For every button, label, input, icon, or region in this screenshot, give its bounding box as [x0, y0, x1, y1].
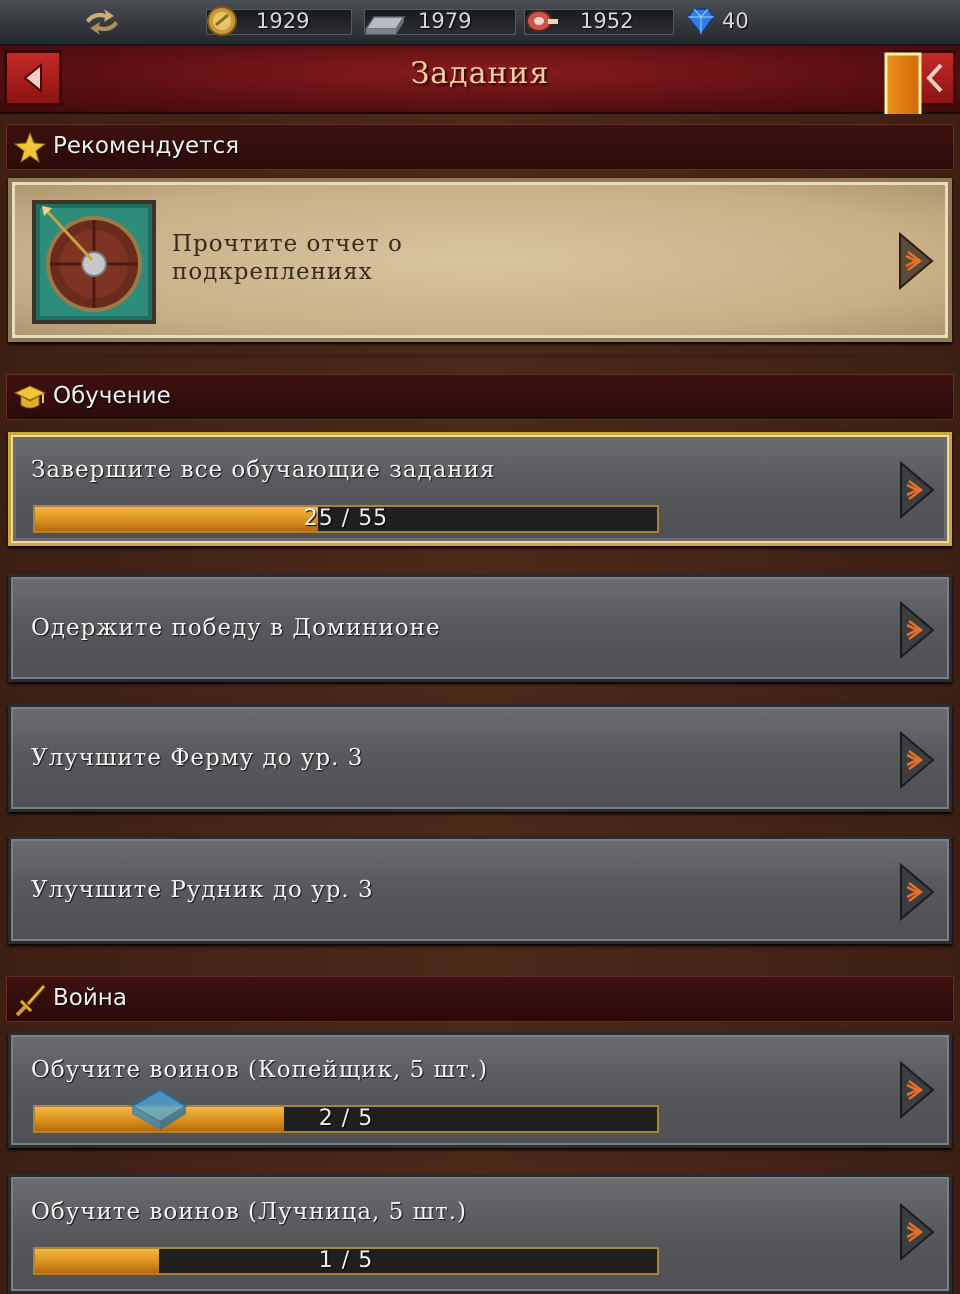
star-icon [13, 131, 47, 164]
quest-text: Обучите воинов (Лучница, 5 шт.) [31, 1199, 468, 1225]
quest-text: Прочтите отчет о подкреплениях [172, 231, 403, 285]
recommended-quest-card[interactable]: Прочтите отчет о подкреплениях [8, 178, 952, 342]
section-recommended: Рекомендуется [6, 124, 954, 170]
section-training: Обучение [6, 374, 954, 420]
page-header: Задания [0, 46, 960, 115]
go-arrow-icon[interactable] [897, 861, 937, 923]
meat-icon [526, 10, 558, 32]
gems-value: 40 [722, 9, 749, 33]
page-title: Задания [410, 56, 550, 91]
quest-card[interactable]: Завершите все обучающие задания 25 / 55 [8, 432, 952, 546]
progress-bar: 25 / 55 [33, 505, 659, 533]
iron-ingot-icon [364, 16, 406, 34]
quest-text: Улучшите Ферму до ур. 3 [31, 745, 364, 771]
go-arrow-icon[interactable] [897, 1201, 937, 1263]
quest-text: Завершите все обучающие задания [31, 457, 496, 483]
quest-text: Улучшите Рудник до ур. 3 [31, 877, 374, 903]
shield-quest-icon [32, 200, 156, 324]
section-title: Рекомендуется [53, 133, 240, 159]
progress-bar: 1 / 5 [33, 1247, 659, 1275]
gold-resource[interactable]: 1929 [206, 6, 352, 36]
iron-value: 1979 [418, 9, 472, 33]
food-resource[interactable]: 1952 [524, 7, 674, 35]
go-arrow-icon[interactable] [897, 599, 937, 661]
iron-resource[interactable]: 1979 [364, 7, 516, 35]
quest-card[interactable]: Обучите воинов (Лучница, 5 шт.) 1 / 5 [8, 1174, 952, 1294]
food-value: 1952 [580, 9, 634, 33]
quest-card[interactable]: Улучшите Ферму до ур. 3 [8, 704, 952, 812]
go-arrow-icon[interactable] [897, 729, 937, 791]
progress-text: 1 / 5 [318, 1248, 374, 1273]
go-arrow-icon[interactable] [897, 1059, 937, 1121]
go-arrow-icon[interactable] [897, 459, 937, 521]
sword-icon [15, 984, 46, 1017]
section-war: Война [6, 976, 954, 1022]
quest-card[interactable]: Улучшите Рудник до ур. 3 [8, 836, 952, 944]
graduation-cap-icon [13, 385, 47, 409]
section-title: Война [53, 985, 127, 1011]
go-arrow-icon[interactable] [896, 230, 936, 292]
progress-text: 25 / 55 [303, 506, 389, 531]
section-title: Обучение [53, 383, 171, 409]
quest-text: Обучите воинов (Копейщик, 5 шт.) [31, 1057, 488, 1083]
watermark-logo [129, 1088, 188, 1130]
gold-value: 1929 [256, 9, 310, 33]
gold-coin-icon [207, 6, 237, 36]
quest-card[interactable]: Одержите победу в Доминионе [8, 574, 952, 682]
swap-arrows-icon[interactable] [80, 6, 124, 38]
gems-resource[interactable]: 40 [684, 7, 774, 36]
gem-icon [687, 8, 715, 36]
quest-text: Одержите победу в Доминионе [31, 615, 441, 641]
resource-bar: 1929 1979 1952 40 [0, 0, 960, 46]
